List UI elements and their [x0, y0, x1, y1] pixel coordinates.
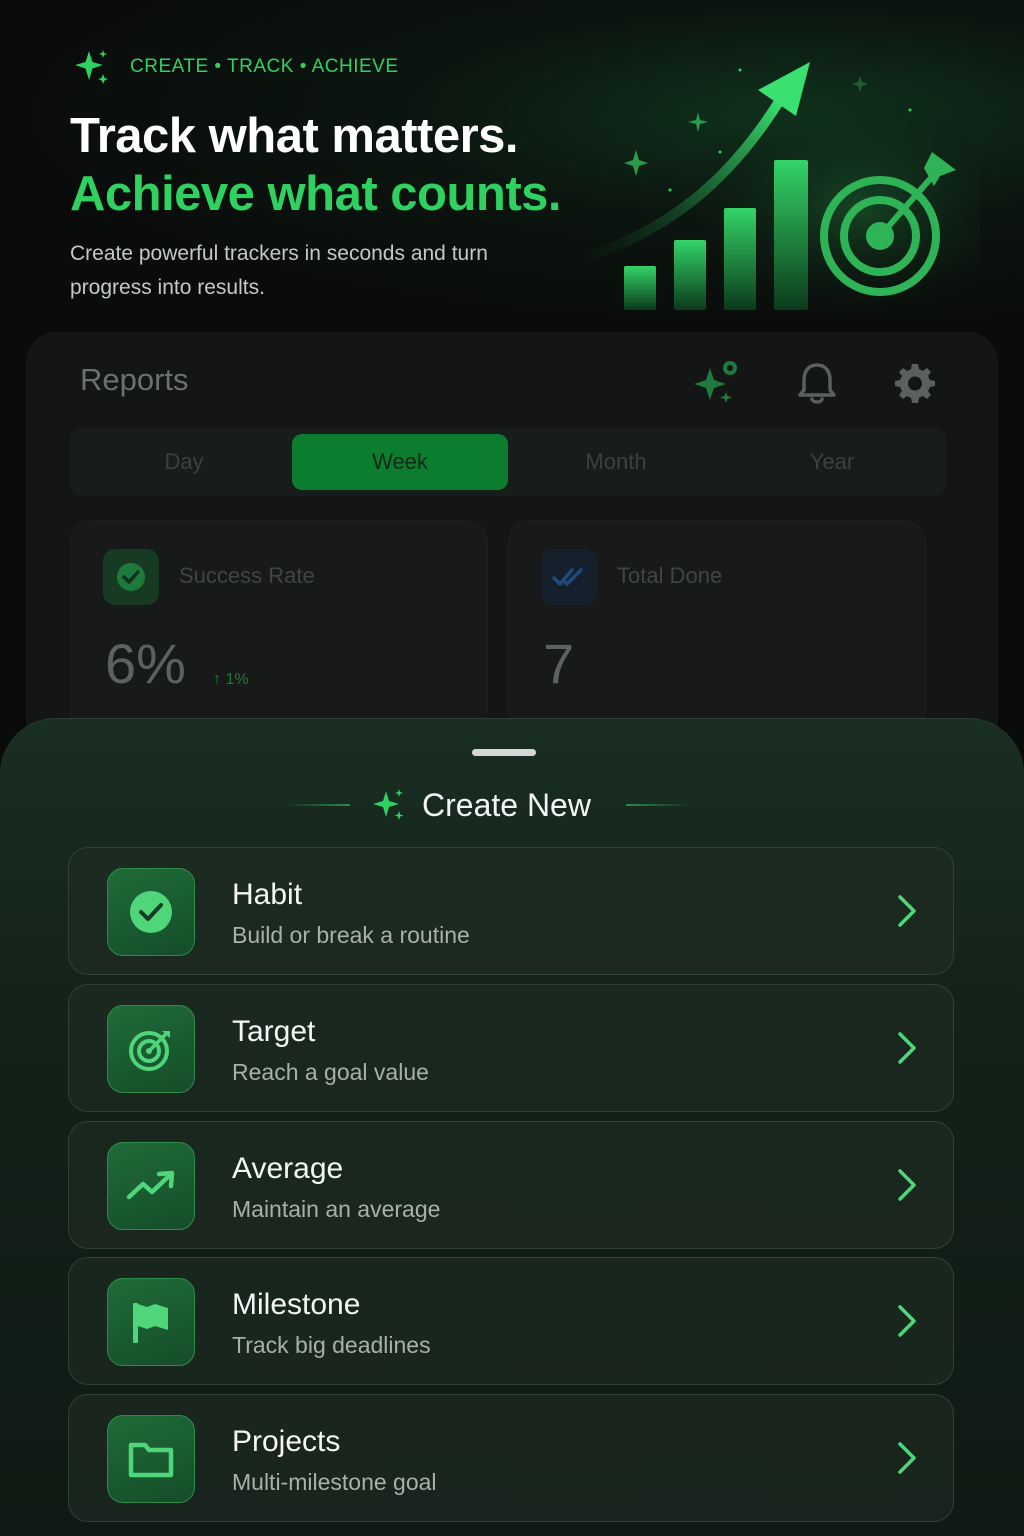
- stat-label: Success Rate: [179, 563, 315, 588]
- gear-icon: [895, 364, 935, 403]
- headline-primary: Track what matters.: [70, 109, 519, 163]
- drag-handle[interactable]: [472, 749, 536, 756]
- reports-title: Reports: [80, 362, 189, 397]
- trend-up-icon: [107, 1142, 195, 1230]
- option-projects[interactable]: Projects Multi-milestone goal: [68, 1394, 954, 1522]
- option-target[interactable]: Target Reach a goal value: [68, 984, 954, 1112]
- double-check-icon: [541, 549, 597, 605]
- stat-value: 6%: [105, 632, 186, 695]
- option-habit[interactable]: Habit Build or break a routine: [68, 847, 954, 975]
- divider-line: [626, 804, 692, 806]
- sparkle-icon: [694, 361, 737, 403]
- flag-icon: [107, 1278, 195, 1366]
- chevron-right-icon: [898, 1442, 916, 1474]
- stat-label: Total Done: [617, 563, 723, 588]
- sheet-header: Create New: [0, 783, 1024, 827]
- option-title: Average: [232, 1152, 344, 1185]
- option-subtitle: Reach a goal value: [232, 1059, 429, 1085]
- sparkle-icon: [75, 50, 108, 84]
- divider-line: [284, 804, 350, 806]
- period-selector: Day Week Month Year: [70, 428, 946, 496]
- check-icon: [103, 549, 159, 605]
- option-subtitle: Track big deadlines: [232, 1332, 431, 1358]
- bar-1: [624, 266, 656, 310]
- target-icon: [107, 1005, 195, 1093]
- sparkle-icon: [373, 789, 404, 820]
- bar-3: [724, 208, 756, 310]
- sheet-title: Create New: [422, 787, 591, 823]
- total-done-card[interactable]: Total Done 7: [508, 520, 926, 740]
- option-title: Milestone: [232, 1288, 361, 1321]
- create-new-sheet: Create New Habit Build or break a routin…: [0, 718, 1024, 1536]
- stat-delta: ↑ 1%: [213, 671, 249, 688]
- reports-panel: Reports Day Week Month Year Success Rate…: [26, 332, 998, 752]
- tab-day[interactable]: Day: [76, 434, 292, 490]
- hero-subtitle: Create powerful trackers in seconds and …: [70, 242, 488, 299]
- success-rate-card[interactable]: Success Rate 6% ↑ 1%: [70, 520, 488, 740]
- option-subtitle: Build or break a routine: [232, 922, 470, 948]
- option-title: Projects: [232, 1425, 341, 1458]
- tagline-row: CREATE • TRACK • ACHIEVE: [72, 48, 399, 86]
- tab-week[interactable]: Week: [292, 434, 508, 490]
- hero-banner: CREATE • TRACK • ACHIEVE Track what matt…: [0, 0, 1024, 330]
- option-subtitle: Maintain an average: [232, 1196, 441, 1222]
- bar-4: [774, 160, 808, 310]
- headline-accent: Achieve what counts.: [70, 167, 562, 221]
- chevron-right-icon: [898, 1169, 916, 1201]
- folder-icon: [107, 1415, 195, 1503]
- chevron-right-icon: [898, 1305, 916, 1337]
- bar-2: [674, 240, 706, 310]
- growth-chart-illustration: [575, 62, 980, 320]
- option-subtitle: Multi-milestone goal: [232, 1469, 437, 1495]
- notifications-button[interactable]: [790, 356, 844, 410]
- tab-year[interactable]: Year: [724, 434, 940, 490]
- tagline: CREATE • TRACK • ACHIEVE: [130, 56, 399, 77]
- option-milestone[interactable]: Milestone Track big deadlines: [68, 1257, 954, 1385]
- check-circle-icon: [107, 868, 195, 956]
- option-average[interactable]: Average Maintain an average: [68, 1121, 954, 1249]
- option-title: Target: [232, 1015, 316, 1048]
- chevron-right-icon: [898, 1032, 916, 1064]
- chevron-right-icon: [898, 895, 916, 927]
- settings-button[interactable]: [888, 356, 942, 410]
- option-title: Habit: [232, 878, 303, 911]
- stat-value: 7: [543, 632, 575, 695]
- ai-sparkle-button[interactable]: [690, 356, 744, 410]
- bell-icon: [798, 363, 836, 404]
- tab-month[interactable]: Month: [508, 434, 724, 490]
